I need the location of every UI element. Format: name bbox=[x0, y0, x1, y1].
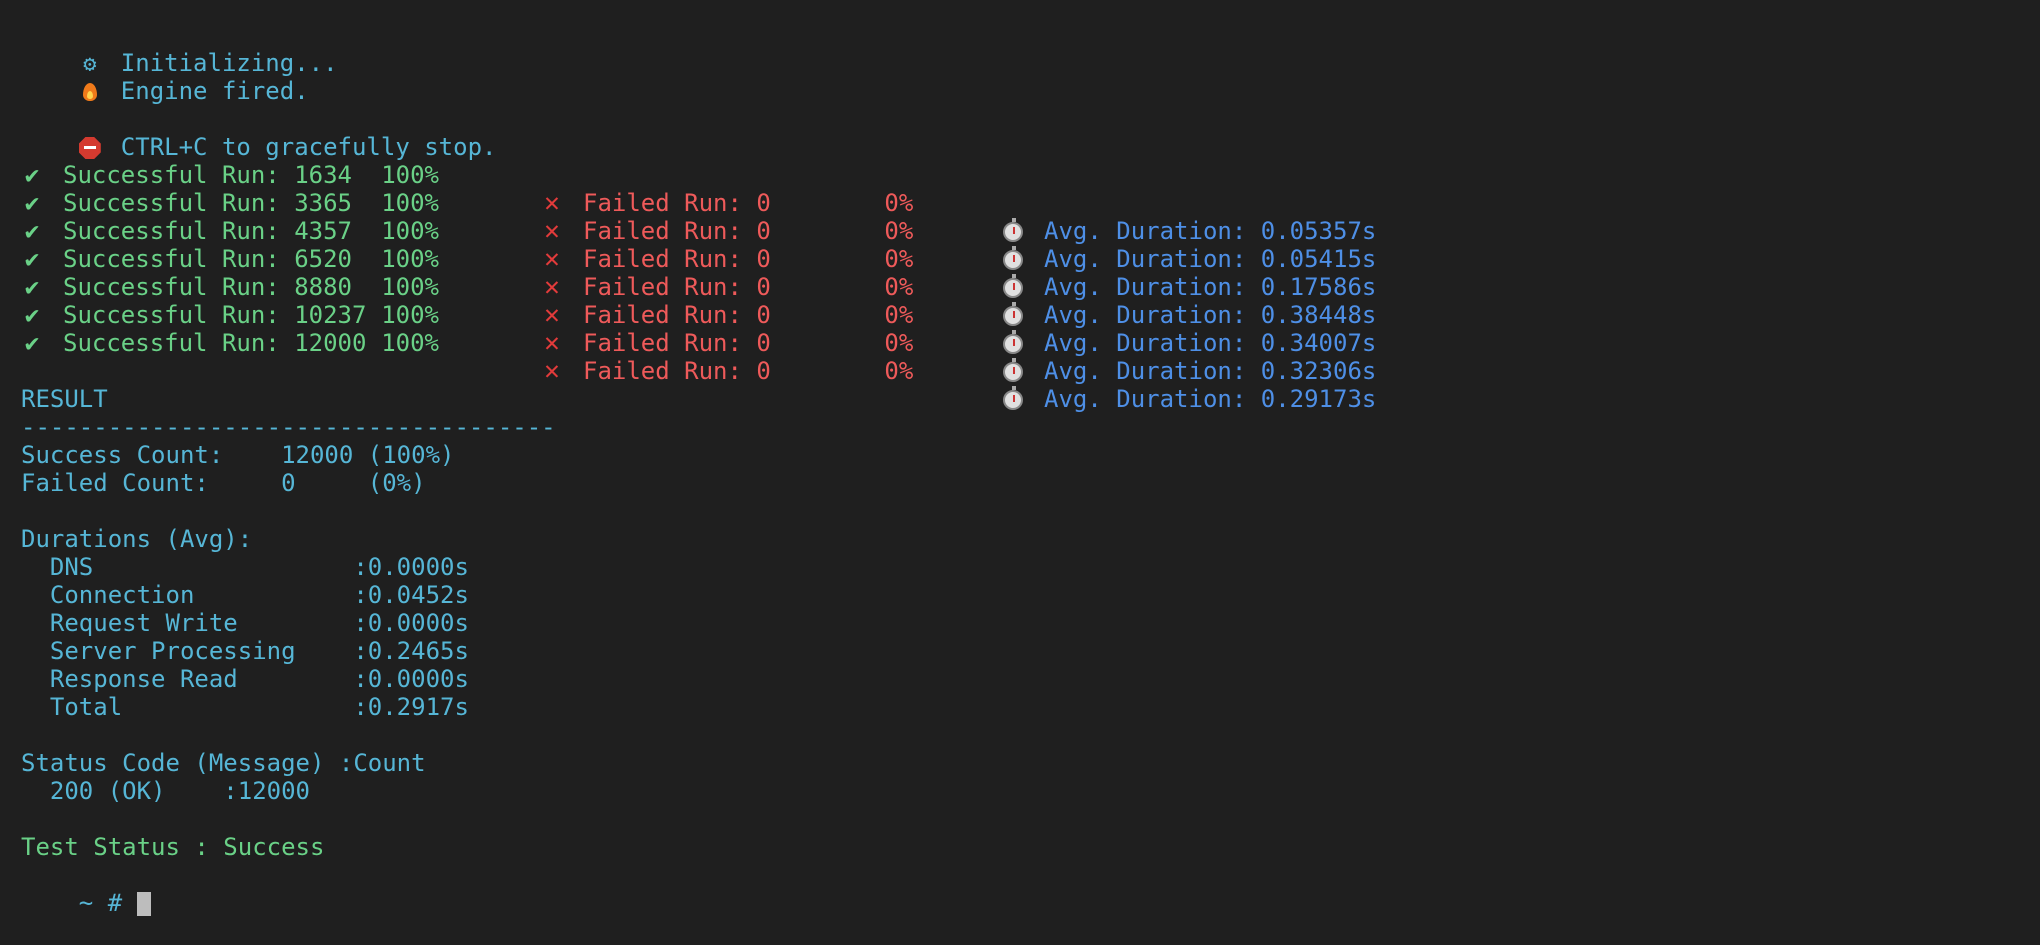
shell-prompt-line[interactable]: ~ # bbox=[21, 861, 2040, 917]
stop-hint-line: CTRL+C to gracefully stop. bbox=[21, 105, 2040, 161]
result-divider: ------------------------------------- bbox=[21, 413, 556, 441]
failed-count-line: Failed Count: 0 (0%) bbox=[21, 469, 426, 497]
duration-row: Response Read :0.0000s bbox=[21, 665, 469, 693]
terminal-output[interactable]: ⚙ Initializing... Engine fired. CTRL+C to… bbox=[21, 21, 2040, 917]
duration-row: Server Processing :0.2465s bbox=[21, 637, 469, 665]
run-row: ✔ Successful Run: 8880 100% ✕ Failed Run: 0… bbox=[21, 245, 2040, 357]
success-count-line: Success Count: 12000 (100%) bbox=[21, 441, 455, 469]
init-line: ⚙ Initializing... bbox=[21, 21, 2040, 77]
run-row: ✔ Successful Run: 12000 100% ✕ Failed Run: … bbox=[21, 301, 2040, 413]
text-cursor bbox=[136, 892, 151, 916]
duration-row: DNS :0.0000s bbox=[21, 553, 469, 581]
engine-line: Engine fired. bbox=[21, 49, 2040, 105]
test-status-line: Test Status : Success bbox=[21, 833, 325, 861]
duration-row: Total :0.2917s bbox=[21, 693, 469, 721]
duration-row: Request Write :0.0000s bbox=[21, 609, 469, 637]
durations-title: Durations (Avg): bbox=[21, 525, 253, 553]
run-row: ✔ Successful Run: 6520 100% ✕ Failed Run: 0… bbox=[21, 217, 2040, 329]
run-row: ✔ Successful Run: 3365 100% ✕ Failed Run: 0… bbox=[21, 161, 2040, 273]
run-row: ✔ Successful Run: 1634 100% ✕ Failed Run: 0… bbox=[21, 133, 2040, 245]
status-code-header: Status Code (Message) :Count bbox=[21, 749, 426, 777]
run-row: ✔ Successful Run: 4357 100% ✕ Failed Run: 0… bbox=[21, 189, 2040, 301]
status-code-row: 200 (OK) :12000 bbox=[21, 777, 310, 805]
duration-row: Connection :0.0452s bbox=[21, 581, 469, 609]
shell-prompt: ~ # bbox=[78, 889, 137, 917]
run-progress-list: ✔ Successful Run: 1634 100% ✕ Failed Run: 0… bbox=[21, 133, 2040, 413]
result-section: RESULT ---------------------------------… bbox=[21, 385, 2040, 861]
run-row: ✔ Successful Run: 10237 100% ✕ Failed Run: … bbox=[21, 273, 2040, 385]
result-title: RESULT bbox=[21, 385, 108, 413]
